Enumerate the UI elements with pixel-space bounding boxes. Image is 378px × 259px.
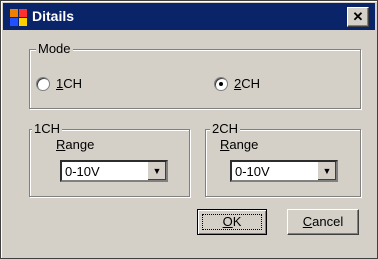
ch2-range-select[interactable]: 0-10V ▼ xyxy=(230,160,338,182)
ch1-range-label: Range xyxy=(56,137,95,152)
radio-label-2ch: 2CH xyxy=(234,76,261,91)
dropdown-arrow-icon[interactable]: ▼ xyxy=(317,162,336,180)
dialog-window: Ditails ✕ Mode 1CH 2CH 1CH Range 0-10V ▼… xyxy=(0,0,378,259)
radio-indicator-2ch[interactable] xyxy=(214,76,228,91)
title-bar[interactable]: Ditails ✕ xyxy=(3,3,375,30)
window-title: Ditails xyxy=(32,8,75,24)
radio-indicator-1ch[interactable] xyxy=(36,76,50,91)
ch1-range-select[interactable]: 0-10V ▼ xyxy=(60,160,168,182)
mode-group: Mode 1CH 2CH xyxy=(29,41,361,109)
cancel-button[interactable]: Cancel xyxy=(287,209,359,235)
close-icon: ✕ xyxy=(352,9,364,24)
focus-rect xyxy=(202,214,262,230)
ch2-legend: 2CH xyxy=(210,121,241,136)
mode-legend: Mode xyxy=(36,41,73,56)
dropdown-arrow-icon[interactable]: ▼ xyxy=(147,162,166,180)
cancel-button-label: Cancel xyxy=(302,214,344,229)
ch2-group: 2CH Range 0-10V ▼ xyxy=(205,121,361,197)
ok-button[interactable]: OK xyxy=(197,209,267,235)
ch2-range-value: 0-10V xyxy=(235,164,270,179)
ch2-range-label: Range xyxy=(220,137,259,152)
mode-radio-2ch[interactable]: 2CH xyxy=(214,76,260,91)
ch1-legend: 1CH xyxy=(32,121,63,136)
ch1-group: 1CH Range 0-10V ▼ xyxy=(29,121,190,197)
close-button[interactable]: ✕ xyxy=(347,7,369,27)
ch1-range-value: 0-10V xyxy=(65,164,100,179)
mode-radio-1ch[interactable]: 1CH xyxy=(36,76,82,91)
radio-label-1ch: 1CH xyxy=(56,76,83,91)
app-icon xyxy=(10,9,27,26)
